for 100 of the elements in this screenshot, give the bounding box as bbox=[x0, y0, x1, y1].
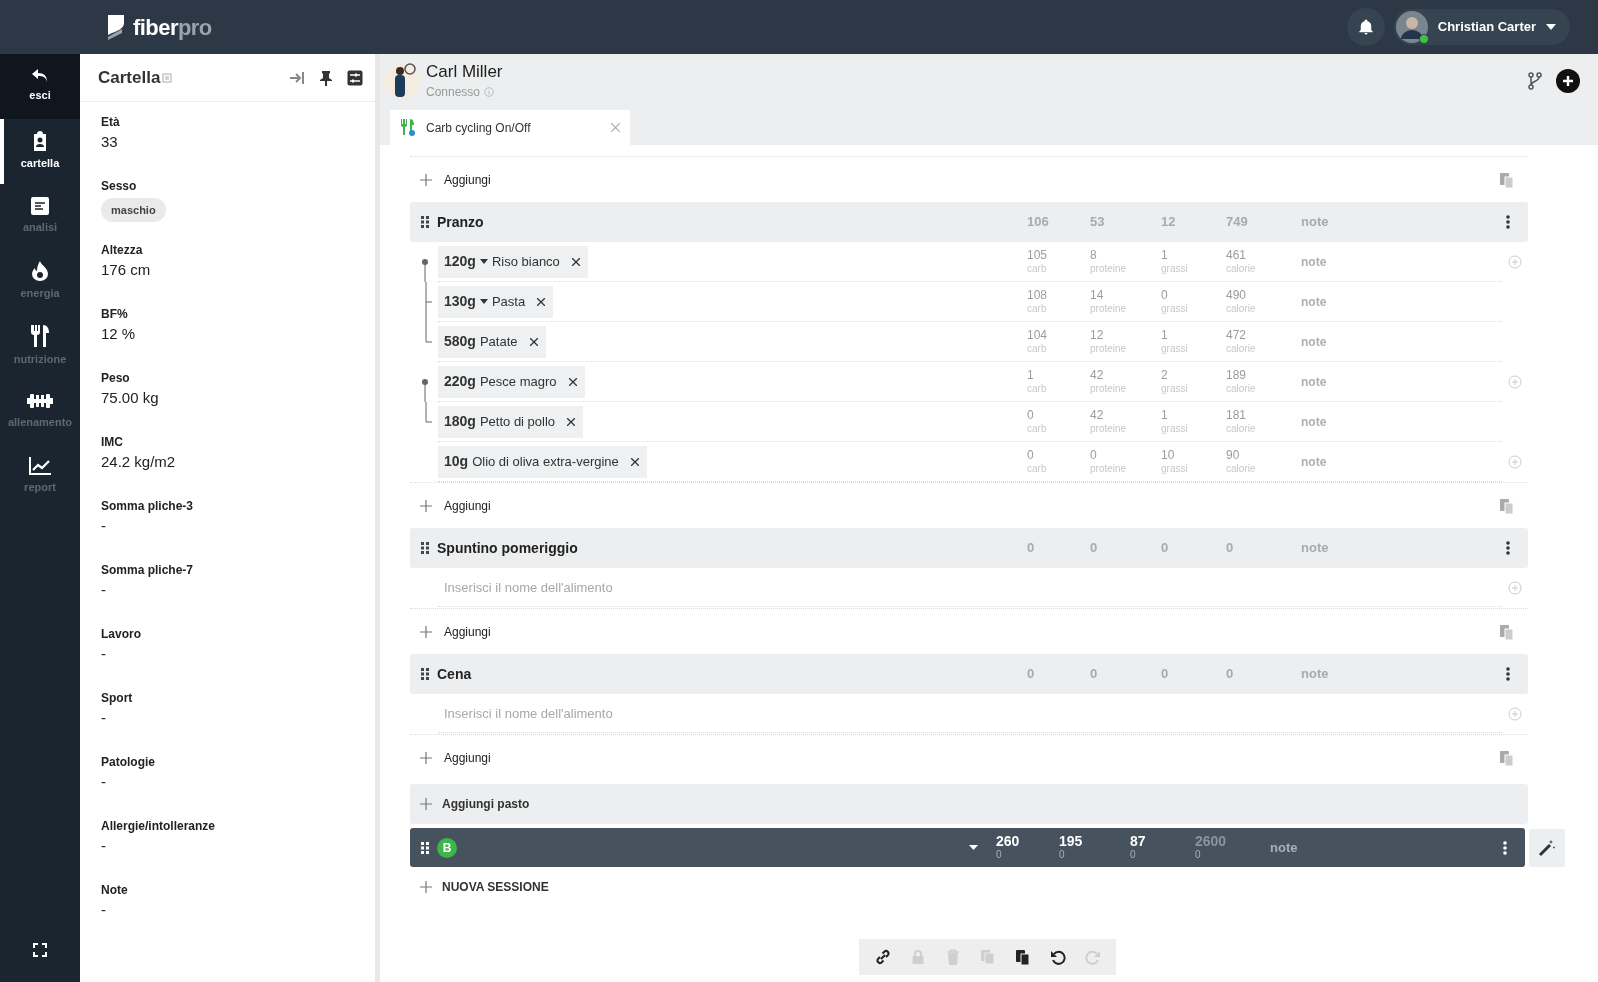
nutrient-value: 472 bbox=[1226, 328, 1247, 342]
add-food-button[interactable]: Aggiungi bbox=[420, 496, 491, 515]
nutrient-value: 14 bbox=[1090, 288, 1104, 302]
plus-icon bbox=[420, 625, 432, 638]
fullscreen-icon[interactable] bbox=[33, 943, 47, 957]
field-value: 176 cm bbox=[101, 260, 151, 280]
connector-line bbox=[422, 402, 432, 423]
notifications-button[interactable] bbox=[1346, 8, 1385, 46]
magic-wand-button[interactable] bbox=[1529, 828, 1565, 867]
field-label: Sesso bbox=[101, 178, 137, 194]
plus-icon bbox=[420, 751, 432, 764]
logo-wordmark: fiberpro bbox=[133, 13, 212, 42]
paste-icon bbox=[1014, 949, 1031, 965]
more-options-icon[interactable] bbox=[1503, 840, 1508, 855]
field-label: Note bbox=[101, 882, 128, 898]
sex-tag: maschio bbox=[101, 198, 166, 222]
add-food-button[interactable]: Aggiungi bbox=[420, 622, 491, 641]
nutrient-value: 42 bbox=[1090, 408, 1104, 422]
nutrient-value: 1 bbox=[1027, 368, 1034, 382]
field-label: Altezza bbox=[101, 242, 143, 258]
food-name: Petto di pollo bbox=[479, 412, 556, 431]
field-label: Somma pliche-7 bbox=[101, 562, 194, 578]
session-note[interactable]: note bbox=[1270, 837, 1298, 858]
settings-icon[interactable] bbox=[347, 69, 363, 86]
collapse-icon[interactable] bbox=[289, 70, 305, 85]
food-quantity[interactable]: 120g bbox=[444, 251, 476, 272]
plus-icon bbox=[420, 499, 432, 512]
nutrient-value: 42 bbox=[1090, 368, 1104, 382]
drag-handle-icon[interactable] bbox=[421, 542, 429, 554]
nutrient-value: 10 bbox=[1161, 448, 1175, 462]
plan-tab[interactable]: Carb cycling On/Off bbox=[390, 110, 630, 145]
caret-icon[interactable] bbox=[969, 845, 978, 850]
meal-note: note bbox=[1301, 539, 1329, 558]
pin-icon[interactable] bbox=[319, 69, 333, 86]
user-menu-button[interactable]: Christian Carter bbox=[1393, 9, 1570, 45]
more-options-icon[interactable] bbox=[1506, 541, 1510, 555]
drag-handle-icon[interactable] bbox=[421, 216, 429, 228]
meal-total: 12 bbox=[1161, 213, 1176, 232]
food-quantity[interactable]: 180g bbox=[444, 411, 476, 432]
remove-icon[interactable] bbox=[567, 417, 576, 426]
nav-item[interactable]: esci bbox=[0, 54, 80, 119]
nutrient-value: 108 bbox=[1027, 288, 1048, 302]
field-value: 12 % bbox=[101, 324, 136, 344]
food-quantity[interactable]: 220g bbox=[444, 371, 476, 392]
meal-name: Pranzo bbox=[437, 212, 484, 232]
drag-handle-icon[interactable] bbox=[421, 668, 429, 680]
caret-icon[interactable] bbox=[479, 299, 488, 304]
back-arrow-icon bbox=[32, 69, 48, 84]
remove-icon[interactable] bbox=[630, 457, 639, 466]
add-food-button[interactable]: Aggiungi bbox=[420, 170, 491, 189]
add-food-button[interactable]: Aggiungi bbox=[420, 748, 491, 767]
more-options-icon[interactable] bbox=[1506, 667, 1510, 681]
drag-handle-icon[interactable] bbox=[421, 841, 429, 854]
add-button[interactable] bbox=[1556, 69, 1580, 93]
nutrient-value: 181 bbox=[1226, 408, 1247, 422]
trash-icon bbox=[944, 949, 961, 965]
remove-icon[interactable] bbox=[568, 377, 577, 386]
field-label: IMC bbox=[101, 434, 123, 450]
food-quantity[interactable]: 10g bbox=[444, 451, 469, 472]
nutrient-value: 1 bbox=[1161, 328, 1168, 342]
nutrient-value: 0 bbox=[1161, 288, 1168, 302]
connection-status: Connesso bbox=[426, 84, 481, 101]
copy-icon bbox=[979, 949, 996, 965]
food-search-field[interactable]: Inserisci il nome dell'alimento bbox=[438, 569, 1502, 607]
meal-note: note bbox=[1301, 213, 1329, 232]
meal-total: 0 bbox=[1161, 665, 1169, 684]
food-quantity[interactable]: 580g bbox=[444, 331, 476, 352]
link-icon bbox=[874, 949, 891, 965]
food-quantity[interactable]: 130g bbox=[444, 291, 476, 312]
branch-icon[interactable] bbox=[1528, 72, 1542, 90]
food-name: Riso bianco bbox=[491, 252, 560, 271]
plus-icon bbox=[1562, 75, 1574, 87]
more-options-icon[interactable] bbox=[1506, 215, 1510, 229]
meal-total: 0 bbox=[1027, 665, 1035, 684]
clipboard-icon bbox=[32, 131, 48, 152]
nav-item[interactable]: cartella bbox=[0, 119, 80, 184]
field-label: Lavoro bbox=[101, 626, 141, 642]
caret-icon[interactable] bbox=[479, 259, 488, 264]
session-badge: B bbox=[437, 837, 457, 858]
line-chart-icon bbox=[29, 457, 51, 476]
session-target: 0 bbox=[1059, 847, 1065, 862]
new-session-button[interactable]: NUOVA SESSIONE bbox=[420, 877, 549, 897]
nutrient-value: 0 bbox=[1090, 448, 1097, 462]
food-name: Pasta bbox=[491, 292, 526, 311]
add-meal-button[interactable]: Aggiungi pasto bbox=[410, 784, 1528, 824]
remove-icon[interactable] bbox=[537, 297, 546, 306]
food-search-field[interactable]: Inserisci il nome dell'alimento bbox=[438, 695, 1502, 733]
field-value: - bbox=[101, 644, 106, 664]
remove-icon[interactable] bbox=[571, 257, 580, 266]
field-value: 33 bbox=[101, 132, 118, 152]
remove-icon[interactable] bbox=[529, 337, 538, 346]
nutrient-value: 104 bbox=[1027, 328, 1048, 342]
nutrient-value: 2 bbox=[1161, 368, 1168, 382]
field-label: BF% bbox=[101, 306, 128, 322]
dumbbell-icon bbox=[27, 392, 53, 411]
fork-knife-icon bbox=[30, 325, 50, 348]
nutrient-value: 490 bbox=[1226, 288, 1247, 302]
session-target: 0 bbox=[1195, 847, 1201, 862]
logo-icon bbox=[105, 13, 127, 41]
bell-icon bbox=[1356, 18, 1375, 36]
